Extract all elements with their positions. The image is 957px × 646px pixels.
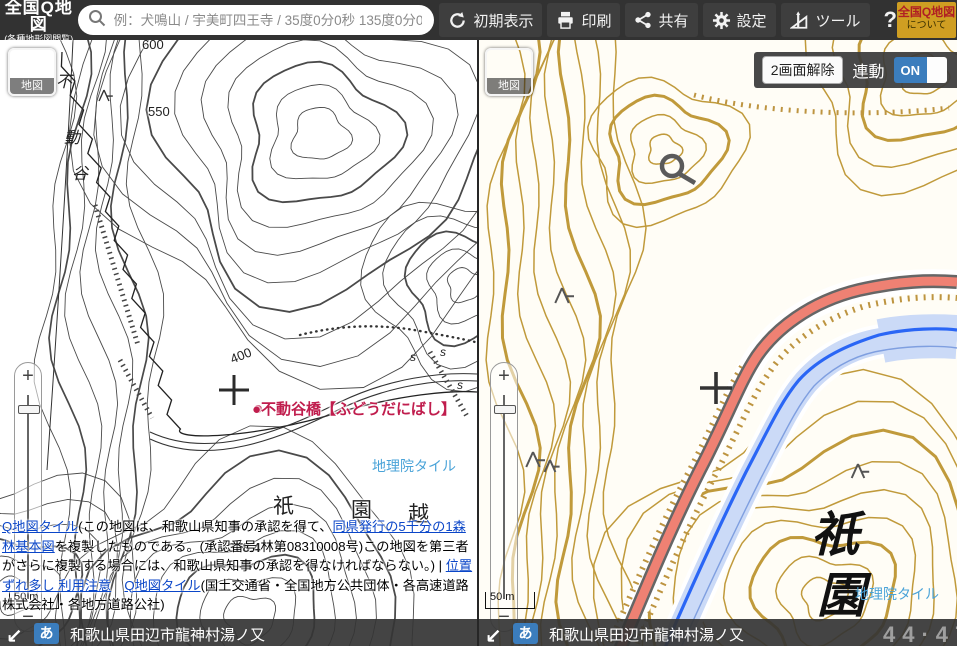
pass-name-char: 祇 — [273, 490, 294, 520]
share-label: 共有 — [658, 10, 688, 31]
right-zoom-slider-handle[interactable] — [494, 405, 516, 414]
refresh-icon — [448, 11, 467, 30]
right-zoom-in-button[interactable]: + — [491, 365, 517, 388]
about-title: 全国Q地図 — [897, 6, 956, 20]
right-map-pane[interactable]: 地図 2画面解除 連動 ON 祇 園 地理院タイル + − 50 m 44·47… — [479, 40, 957, 646]
share-icon — [634, 11, 652, 29]
search-icon — [88, 9, 106, 32]
top-toolbar: 全国Q地図 (各種地形図閲覧) 初期表示 印刷 共有 設定 ツール — [0, 0, 957, 40]
right-map-style-button[interactable]: 地図 — [485, 48, 533, 96]
right-scale-label: 50 m — [490, 591, 514, 603]
left-map-pane[interactable]: 地図 600 550 400 378.4 不 動 谷 s s s ●不動谷橋【ふ… — [0, 40, 479, 646]
elevation-fragment: 44·47 — [883, 622, 957, 646]
sync-toggle-knob — [927, 57, 947, 83]
sync-toggle-state: ON — [894, 57, 928, 83]
scrub-symbol: s — [457, 378, 463, 392]
left-kana-badge: あ — [34, 623, 59, 644]
contour-label-550: 550 — [148, 104, 170, 119]
left-gsi-attribution-link[interactable]: 地理院タイル — [372, 456, 456, 476]
right-address-text: 和歌山県田辺市龍神村湯ノ又 — [549, 624, 744, 645]
valley-name-char: 動 — [64, 124, 80, 148]
tools-label: ツール — [816, 10, 861, 31]
reset-view-button[interactable]: 初期表示 — [439, 3, 542, 37]
right-zoom-track[interactable] — [503, 395, 505, 599]
sync-toggle[interactable]: ON — [894, 57, 948, 83]
right-pane-toolbar: 2画面解除 連動 ON — [754, 52, 957, 88]
right-map-style-label: 地図 — [487, 78, 531, 94]
right-kana-badge: あ — [513, 623, 538, 644]
left-zoom-in-button[interactable]: + — [15, 365, 41, 388]
app-subtitle: (各種地形図閲覧) — [0, 35, 78, 44]
license-link[interactable]: Q地図タイル — [2, 519, 78, 534]
share-button[interactable]: 共有 — [625, 3, 697, 37]
right-map-canvas — [479, 40, 957, 646]
right-pan-arrow-icon: ↙ — [485, 624, 502, 646]
left-map-style-button[interactable]: 地図 — [8, 48, 56, 96]
license-link[interactable]: Q地図タイル — [124, 578, 200, 593]
left-license-text: Q地図タイル(この地図は、和歌山県知事の承認を得て、同県発行の5千分の1森林基本… — [2, 517, 475, 615]
contour-label-600: 600 — [142, 40, 164, 52]
right-gsi-attribution-link[interactable]: 地理院タイル — [855, 584, 939, 604]
valley-name-char: 谷 — [72, 160, 88, 184]
license-text: を複製したものである。(承認番号 林第08310008号)この地図を第三者がさら… — [2, 539, 469, 574]
area-name-char: 祇 — [811, 512, 859, 560]
left-status-bar: ↙ あ 和歌山県田辺市龍神村湯ノ又 （地図中心の住所を表示しています） — [0, 619, 477, 646]
search-box[interactable] — [78, 5, 435, 35]
search-input[interactable] — [112, 12, 425, 29]
scrub-symbol: s — [410, 350, 416, 364]
license-text: (この地図は、和歌山県知事の承認を得て、 — [78, 519, 332, 534]
app-title: 全国Q地図 — [0, 0, 78, 33]
print-button[interactable]: 印刷 — [547, 3, 620, 37]
reset-view-label: 初期表示 — [473, 10, 533, 31]
sync-label: 連動 — [852, 58, 884, 82]
settings-button[interactable]: 設定 — [703, 3, 776, 37]
app-logo: 全国Q地図 (各種地形図閲覧) — [0, 0, 78, 44]
bridge-annotation: ●不動谷橋【ふどうだにばし】 — [252, 398, 456, 419]
license-text — [111, 578, 124, 593]
valley-name-char: 不 — [56, 68, 72, 92]
print-label: 印刷 — [581, 10, 611, 31]
tools-icon — [790, 11, 810, 30]
exit-split-view-button[interactable]: 2画面解除 — [762, 56, 844, 84]
settings-label: 設定 — [737, 10, 767, 31]
help-icon: ? — [884, 7, 897, 33]
left-zoom-slider-handle[interactable] — [18, 405, 40, 414]
about-subtitle: について — [897, 20, 956, 32]
left-address-text: 和歌山県田辺市龍神村湯ノ又 — [70, 624, 265, 645]
left-map-style-label: 地図 — [10, 78, 54, 94]
about-qmap-button[interactable]: 全国Q地図 について — [897, 2, 956, 38]
right-scale-bar: 50 m — [485, 592, 535, 609]
scrub-symbol: s — [440, 345, 446, 359]
left-pan-arrow-icon: ↙ — [6, 624, 23, 646]
printer-icon — [556, 11, 575, 29]
gear-icon — [712, 11, 731, 30]
tools-button[interactable]: ツール — [781, 3, 870, 37]
